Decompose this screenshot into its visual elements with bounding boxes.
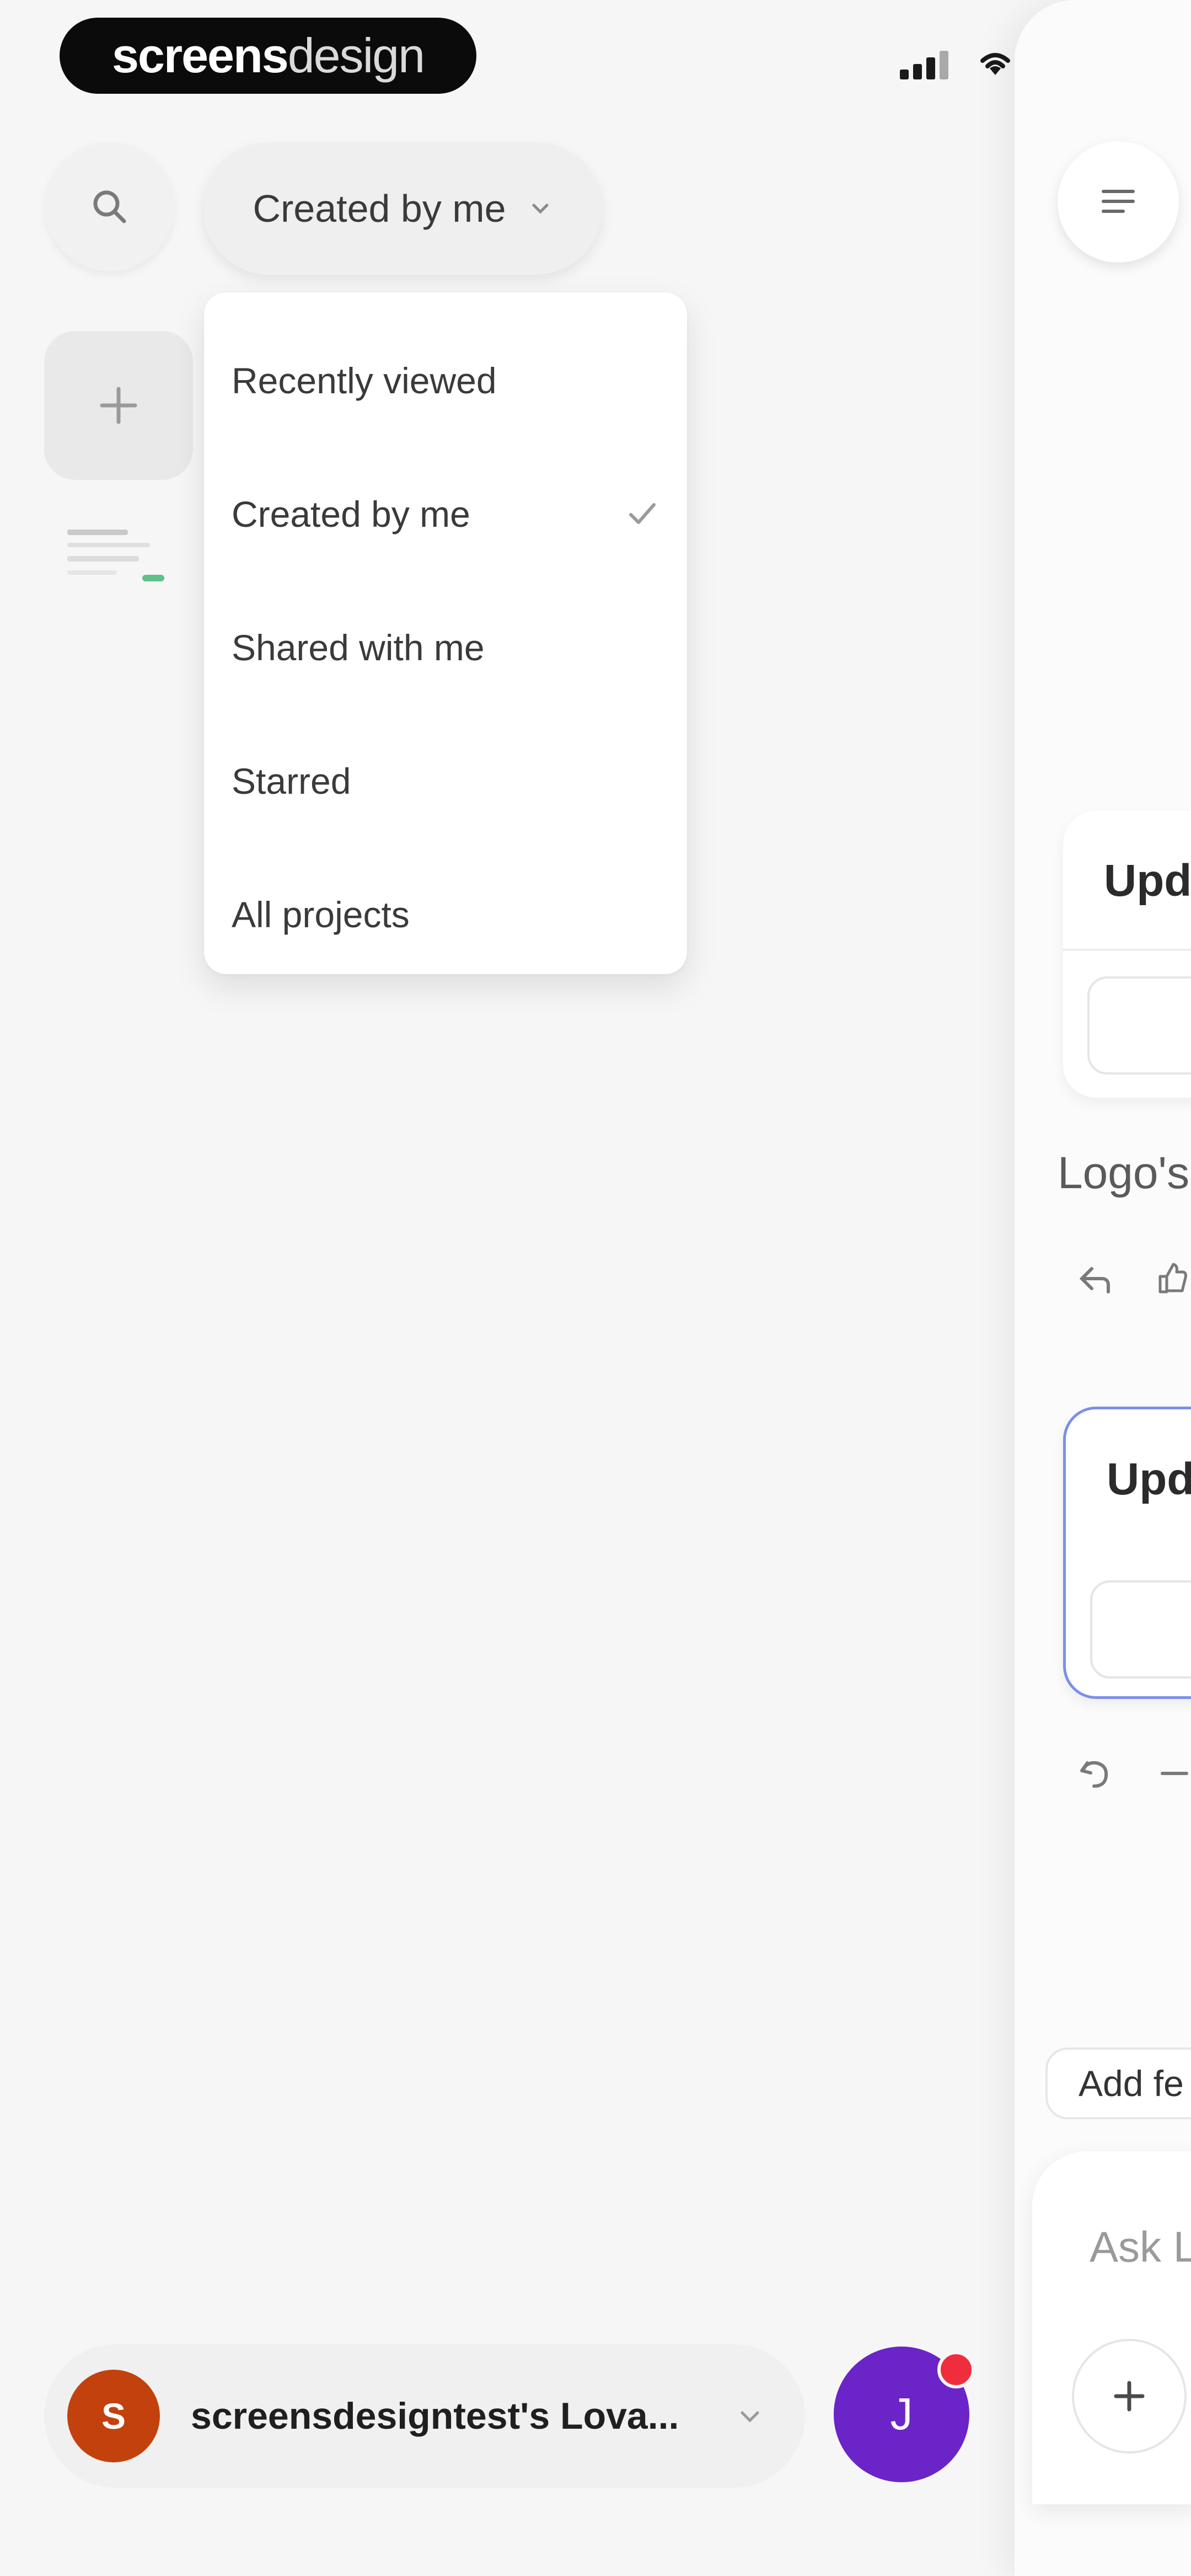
update-card-1[interactable]: Upd: [1063, 811, 1191, 1098]
attach-button[interactable]: [1072, 2339, 1187, 2454]
wifi-icon: [980, 53, 1010, 75]
chevron-down-icon: [741, 2411, 759, 2423]
card-divider: [1063, 949, 1191, 951]
thumbs-up-icon[interactable]: [1152, 1259, 1191, 1297]
new-project-button[interactable]: [44, 331, 193, 480]
filter-selected-label: Created by me: [253, 187, 506, 230]
reply-icon[interactable]: [1075, 1263, 1114, 1296]
brand-text-bold: screens: [111, 28, 289, 83]
menu-item-label: Recently viewed: [232, 360, 497, 401]
search-icon: [93, 190, 126, 223]
cellular-signal-icon: [900, 46, 951, 79]
menu-item-starred[interactable]: Starred: [232, 737, 662, 825]
menu-item-label: Shared with me: [232, 627, 485, 668]
menu-item-label: All projects: [232, 894, 410, 935]
menu-item-all-projects[interactable]: All projects: [232, 870, 662, 959]
menu-item-shared-with-me[interactable]: Shared with me: [232, 603, 662, 692]
card-input-preview: [1090, 1580, 1191, 1679]
update-card-2[interactable]: Upd: [1063, 1407, 1191, 1699]
plus-icon: [1114, 2381, 1145, 2412]
message-caption: Logo's: [1058, 1148, 1190, 1198]
menu-item-created-by-me[interactable]: Created by me: [232, 470, 662, 558]
add-feature-chip[interactable]: Add fe: [1045, 2048, 1191, 2119]
menu-lines-icon: [1102, 190, 1135, 213]
workspace-avatar: S: [67, 2370, 160, 2462]
menu-item-label: Starred: [232, 761, 351, 801]
workspace-switcher[interactable]: S screensdesigntest's Lova...: [44, 2344, 805, 2488]
plus-icon: [100, 387, 137, 424]
chip-label: Add fe: [1079, 2063, 1184, 2104]
brand-text-light: design: [287, 28, 425, 83]
chat-input-placeholder: Ask L: [1090, 2222, 1191, 2271]
card-title: Upd: [1107, 1454, 1191, 1504]
project-thumbnail[interactable]: [65, 524, 170, 590]
notification-dot: [937, 2351, 975, 2388]
panel-menu-button[interactable]: [1058, 141, 1179, 263]
card-title: Upd: [1104, 856, 1191, 906]
workspace-name: screensdesigntest's Lova...: [191, 2395, 679, 2437]
chevron-down-icon: [532, 204, 549, 214]
filter-menu: Recently viewed Created by me Shared wit…: [204, 292, 687, 974]
search-button[interactable]: [45, 142, 174, 271]
undo-icon[interactable]: [1075, 1754, 1114, 1793]
arrow-right-icon[interactable]: [1158, 1765, 1191, 1782]
brand-logo: screens design: [60, 18, 476, 94]
menu-item-recently-viewed[interactable]: Recently viewed: [232, 336, 662, 425]
chat-input-box[interactable]: [1032, 2151, 1191, 2504]
project-filter-dropdown[interactable]: Created by me: [203, 142, 602, 275]
menu-item-label: Created by me: [232, 494, 470, 535]
card-input-preview: [1087, 976, 1191, 1075]
checkmark-icon: [629, 503, 656, 524]
